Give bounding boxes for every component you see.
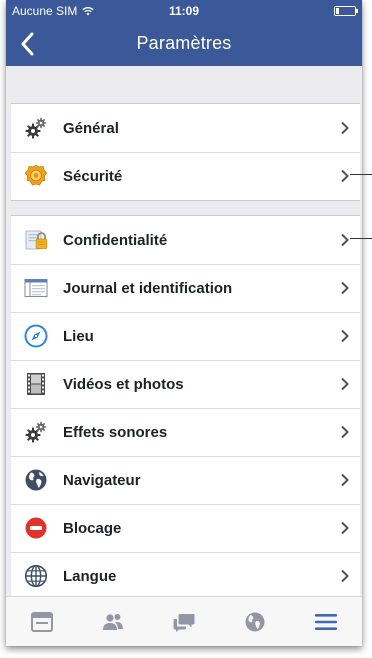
settings-list: Général Sécurité Confidentialité Journal… — [6, 66, 362, 596]
settings-row-label: Sécurité — [63, 167, 123, 185]
gears-icon — [23, 115, 49, 141]
chevron-right-icon — [341, 121, 349, 135]
settings-row-security[interactable]: Sécurité — [11, 152, 360, 200]
messages-icon — [173, 613, 195, 632]
navigation-bar: Paramètres — [6, 21, 362, 66]
chevron-right-icon — [341, 281, 349, 295]
compass-icon — [23, 323, 49, 349]
timeline-icon — [23, 275, 49, 301]
settings-row-label: Confidentialité — [63, 231, 168, 249]
gears-icon — [23, 419, 49, 445]
security-badge-icon — [23, 163, 49, 189]
settings-row-blocking[interactable]: Blocage — [11, 504, 360, 552]
chevron-right-icon — [341, 377, 349, 391]
annotation-pointer-privacy — [350, 238, 372, 239]
notifications-globe-icon — [245, 612, 265, 631]
settings-row-label: Blocage — [63, 519, 122, 537]
settings-row-label: Lieu — [63, 327, 94, 345]
settings-row-label: Navigateur — [63, 471, 141, 489]
settings-group-account: Général Sécurité — [11, 103, 360, 201]
language-globe-icon — [23, 563, 49, 589]
chevron-right-icon — [341, 569, 349, 583]
chevron-right-icon — [341, 425, 349, 439]
battery-icon — [334, 6, 358, 16]
back-chevron-icon[interactable] — [20, 32, 36, 56]
chevron-right-icon — [341, 329, 349, 343]
friends-icon — [102, 613, 123, 630]
tab-menu[interactable] — [306, 607, 346, 637]
block-icon — [23, 515, 49, 541]
status-bar: Aucune SIM 11:09 — [6, 0, 362, 21]
tab-news-feed[interactable] — [22, 607, 62, 637]
settings-row-timeline[interactable]: Journal et identification — [11, 264, 360, 312]
settings-row-label: Vidéos et photos — [63, 375, 184, 393]
settings-row-label: Effets sonores — [63, 423, 168, 441]
settings-row-language[interactable]: Langue — [11, 552, 360, 596]
tab-messages[interactable] — [164, 607, 204, 637]
settings-row-label: Général — [63, 119, 119, 137]
settings-row-location[interactable]: Lieu — [11, 312, 360, 360]
chevron-right-icon — [341, 473, 349, 487]
globe-icon — [23, 467, 49, 493]
privacy-lock-icon — [23, 227, 49, 253]
menu-icon — [315, 613, 338, 630]
film-icon — [23, 371, 49, 397]
settings-row-label: Journal et identification — [63, 279, 233, 297]
settings-group-preferences: Confidentialité Journal et identificatio… — [11, 215, 360, 596]
settings-row-privacy[interactable]: Confidentialité — [11, 216, 360, 264]
chevron-right-icon — [341, 169, 349, 183]
settings-row-general[interactable]: Général — [11, 104, 360, 152]
carrier-info: Aucune SIM — [12, 3, 95, 18]
annotation-pointer-security — [350, 174, 372, 175]
tab-notifications[interactable] — [235, 607, 275, 637]
tab-bar — [6, 596, 362, 646]
page-title: Paramètres — [136, 33, 232, 53]
phone-screen: Aucune SIM 11:09 Paramètres Général Sécu… — [6, 0, 362, 646]
settings-row-videos-photos[interactable]: Vidéos et photos — [11, 360, 360, 408]
chevron-right-icon — [341, 521, 349, 535]
settings-row-sound-effects[interactable]: Effets sonores — [11, 408, 360, 456]
wifi-icon — [82, 6, 95, 15]
news-feed-icon — [30, 611, 53, 632]
settings-row-browser[interactable]: Navigateur — [11, 456, 360, 504]
settings-row-label: Langue — [63, 567, 117, 585]
chevron-right-icon — [341, 233, 349, 247]
carrier-label: Aucune SIM — [12, 3, 78, 18]
tab-friends[interactable] — [93, 607, 133, 637]
